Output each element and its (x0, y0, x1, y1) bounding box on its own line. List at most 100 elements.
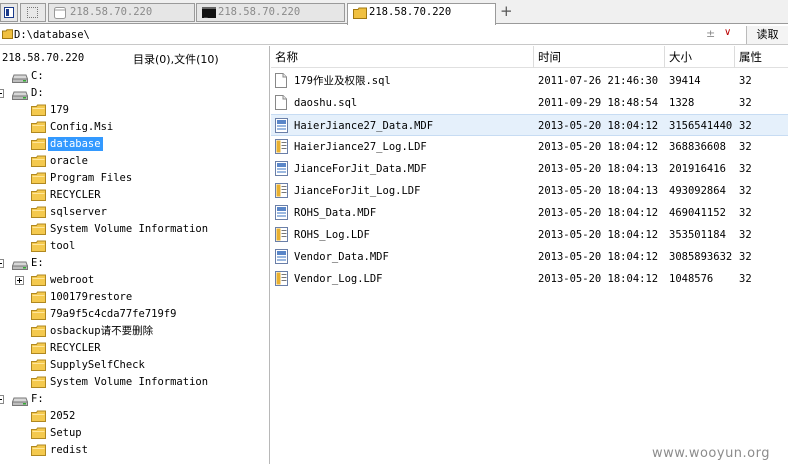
file-name: 179作业及权限.sql (294, 75, 391, 87)
new-window-icon[interactable] (20, 3, 46, 22)
tree-item-label: D: (31, 87, 44, 99)
tree-item-label: redist (50, 444, 88, 456)
file-size: 493092864 (669, 185, 726, 197)
file-row[interactable]: HaierJiance27_Data.MDF 2013-05-20 18:04:1… (271, 114, 788, 136)
tree-drive[interactable]: F: (0, 391, 268, 408)
tree-folder[interactable]: RECYCLER (0, 187, 268, 204)
tree-item-label: 179 (50, 104, 69, 116)
collapse-icon[interactable] (0, 89, 4, 98)
tree-folder[interactable]: database (0, 136, 268, 153)
folder-icon (353, 7, 367, 19)
collapse-icon[interactable] (0, 395, 4, 404)
add-tab-button[interactable]: + (500, 2, 513, 20)
tree-folder[interactable]: Config.Msi (0, 119, 268, 136)
collapse-icon[interactable] (0, 259, 4, 268)
column-header-size[interactable]: 大小 (665, 46, 735, 68)
file-row[interactable]: JianceForJit_Data.MDF 2013-05-20 18:04:13… (271, 158, 788, 180)
file-attr: 32 (739, 207, 752, 219)
tree-folder[interactable]: 179 (0, 102, 268, 119)
file-attr: 32 (739, 163, 752, 175)
file-size: 353501184 (669, 229, 726, 241)
tree-folder[interactable]: System Volume Information (0, 374, 268, 391)
file-time: 2011-07-26 21:46:30 (538, 75, 659, 87)
file-name: ROHS_Data.MDF (294, 207, 377, 219)
expand-icon[interactable] (15, 276, 24, 285)
tab-shell-2[interactable]: _ 218.58.70.220 (196, 3, 345, 22)
tree-item-label: oracle (50, 155, 88, 167)
tree-drive[interactable]: E: (0, 255, 268, 272)
tree-item-label: database (48, 137, 103, 151)
folder-icon (31, 444, 46, 462)
path-input[interactable]: D:\database\ (14, 29, 90, 41)
file-row[interactable]: ROHS_Data.MDF 2013-05-20 18:04:12 46904115… (271, 202, 788, 224)
tab-shell-1[interactable]: 218.58.70.220 (48, 3, 195, 22)
address-bar: D:\database\ ± ∨ 读取 (0, 25, 788, 45)
tree-folder[interactable]: System Volume Information (0, 221, 268, 238)
column-header-name[interactable]: 名称 (271, 46, 534, 68)
tree-folder[interactable]: 2052 (0, 408, 268, 425)
tree-folder[interactable]: 100179restore (0, 289, 268, 306)
tree-item-label: RECYCLER (50, 342, 101, 354)
tree-folder[interactable]: tool (0, 238, 268, 255)
tree-item-label: Config.Msi (50, 121, 114, 133)
tab-file-manager[interactable]: 218.58.70.220 (347, 3, 496, 25)
file-name: Vendor_Data.MDF (294, 251, 389, 263)
app-menu-icon[interactable] (0, 3, 18, 22)
read-button[interactable]: 读取 (746, 26, 788, 44)
file-row[interactable]: ROHS_Log.LDF 2013-05-20 18:04:12 353501184… (271, 224, 788, 246)
tab-label: 218.58.70.220 (369, 6, 452, 18)
tree-folder[interactable]: RECYCLER (0, 340, 268, 357)
host-label: 218.58.70.220 (2, 52, 85, 64)
tree-folder[interactable]: 79a9f5c4cda77fe719f9 (0, 306, 268, 323)
file-row[interactable]: Vendor_Data.MDF 2013-05-20 18:04:12 308589… (271, 246, 788, 268)
file-attr: 32 (739, 120, 752, 132)
terminal-icon: _ (202, 7, 216, 18)
file-name: Vendor_Log.LDF (294, 273, 383, 285)
column-header-time[interactable]: 时间 (534, 46, 665, 68)
file-size: 39414 (669, 75, 701, 87)
tree-item-label: osbackup请不要删除 (50, 325, 154, 337)
tree-item-label: E: (31, 257, 44, 269)
tree-item-label: Setup (50, 427, 82, 439)
tab-label: 218.58.70.220 (70, 6, 153, 18)
tree-folder[interactable]: Setup (0, 425, 268, 442)
tree-folder[interactable]: SupplySelfCheck (0, 357, 268, 374)
chevron-down-icon[interactable]: ∨ (724, 27, 731, 38)
clear-button[interactable]: ± (706, 27, 715, 40)
file-attr: 32 (739, 141, 752, 153)
file-name: HaierJiance27_Data.MDF (294, 120, 434, 132)
tree-folder[interactable]: oracle (0, 153, 268, 170)
file-time: 2013-05-20 18:04:12 (538, 141, 659, 153)
file-attr: 32 (739, 229, 752, 241)
tree-item-label: tool (50, 240, 76, 252)
file-row[interactable]: Vendor_Log.LDF 2013-05-20 18:04:12 1048576… (271, 268, 788, 290)
file-size: 3156541440 (669, 120, 733, 132)
tree-item-label: SupplySelfCheck (50, 359, 145, 371)
tree-item-label: C: (31, 70, 44, 82)
file-attr: 32 (739, 185, 752, 197)
tree-folder[interactable]: webroot (0, 272, 268, 289)
file-row[interactable]: 179作业及权限.sql 2011-07-26 21:46:30 39414 32 (271, 70, 788, 92)
folder-icon (2, 29, 13, 39)
file-size: 469041152 (669, 207, 726, 219)
tree-folder[interactable]: Program Files (0, 170, 268, 187)
tab-bar: 218.58.70.220 _ 218.58.70.220 218.58.70.… (0, 0, 788, 25)
tree-drive[interactable]: C: (0, 68, 268, 85)
file-time: 2013-05-20 18:04:12 (538, 120, 659, 132)
tree-item-label: System Volume Information (50, 223, 209, 235)
file-row[interactable]: JianceForJit_Log.LDF 2013-05-20 18:04:13 4… (271, 180, 788, 202)
tree-folder[interactable]: redist (0, 442, 268, 459)
svg-text:_: _ (204, 11, 208, 18)
tree-drive[interactable]: D: (0, 85, 268, 102)
file-time: 2013-05-20 18:04:13 (538, 185, 659, 197)
file-row[interactable]: daoshu.sql 2011-09-29 18:48:54 1328 32 (271, 92, 788, 114)
tree-folder[interactable]: sqlserver (0, 204, 268, 221)
tree-folder[interactable]: osbackup请不要删除 (0, 323, 268, 340)
column-header-attr[interactable]: 属性 (735, 46, 788, 68)
directory-tree-pane: 218.58.70.220 目录(0),文件(10) C: D: 179 Config… (0, 46, 270, 464)
tree-item-label: 2052 (50, 410, 76, 422)
tree-item-label: webroot (50, 274, 95, 286)
file-size: 201916416 (669, 163, 726, 175)
tree-item-label: 100179restore (50, 291, 133, 303)
file-row[interactable]: HaierJiance27_Log.LDF 2013-05-20 18:04:12… (271, 136, 788, 158)
